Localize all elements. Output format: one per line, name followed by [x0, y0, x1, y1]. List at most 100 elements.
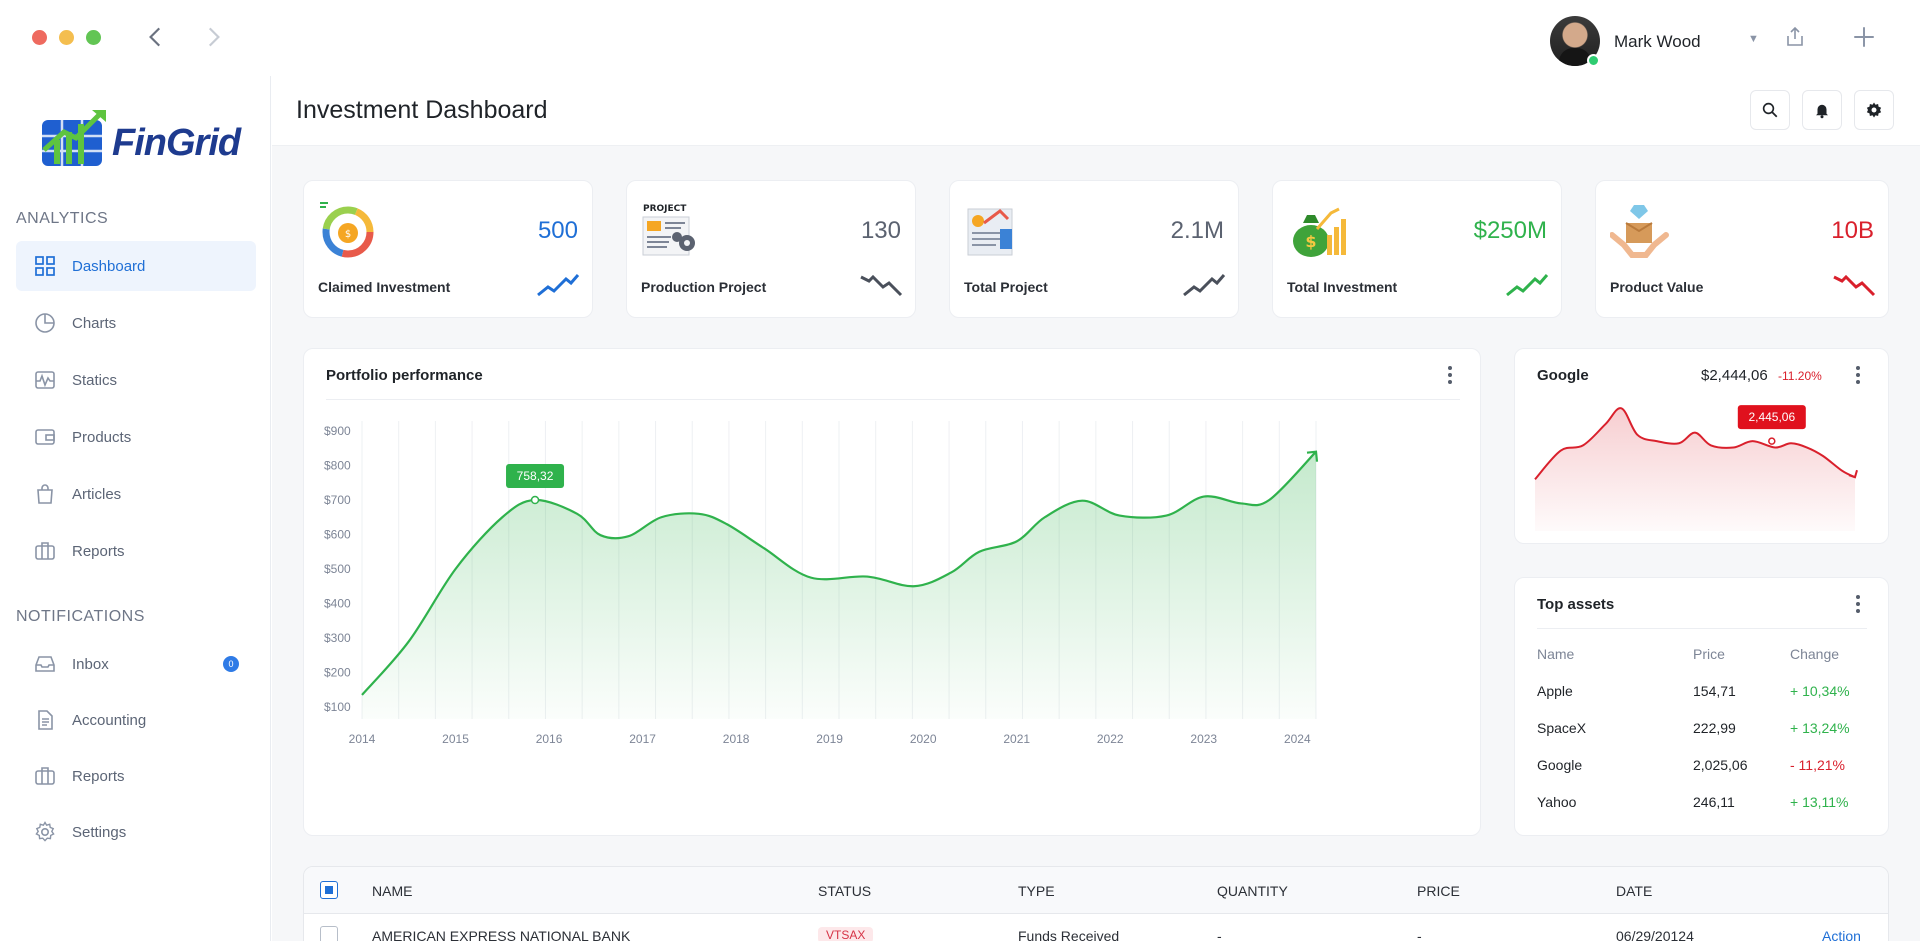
more-options-icon[interactable]	[1848, 592, 1868, 616]
sidebar-item-label: Dashboard	[72, 257, 146, 275]
panel-title: Portfolio performance	[326, 367, 483, 384]
tooltip-label: 2,445,06	[1748, 410, 1795, 424]
portfolio-line-chart[interactable]: $100 $200 $300 $400 $500 $600 $700 $800 $900 2014…	[304, 397, 1482, 837]
forward-arrow-icon[interactable]	[200, 24, 226, 50]
asset-change: + 13,11%	[1790, 794, 1849, 810]
x-tick-label: 2019	[816, 732, 843, 746]
fingrid-logo[interactable]: FinGrid	[40, 106, 241, 170]
table-row[interactable]: AMERICAN EXPRESS NATIONAL BANK VTSAX Fun…	[304, 914, 1888, 941]
stat-card-total-investment[interactable]: $ $250M Total Investment	[1272, 180, 1562, 318]
investment-donut-icon: $	[320, 202, 374, 258]
stat-label: Claimed Investment	[318, 279, 451, 295]
x-tick-label: 2017	[629, 732, 656, 746]
x-tick-label: 2021	[1003, 732, 1030, 746]
sidebar-item-label: Settings	[72, 823, 127, 841]
sidebar-item-settings[interactable]: Settings	[16, 807, 256, 857]
x-tick-label: 2016	[536, 732, 563, 746]
y-tick-label: $500	[324, 562, 351, 576]
sidebar-item-products[interactable]: Products	[16, 412, 256, 462]
column-header[interactable]: PRICE	[1417, 883, 1460, 899]
table-row[interactable]: SpaceX 222,99 + 13,24%	[1537, 710, 1857, 747]
svg-text:$: $	[345, 229, 351, 240]
table-row[interactable]: Apple 154,71 + 10,34%	[1537, 673, 1857, 710]
trend-up-icon	[1183, 274, 1226, 297]
column-header: Change	[1790, 646, 1840, 662]
google-area-chart[interactable]: 2,445,06	[1533, 399, 1873, 539]
user-menu[interactable]: Mark Wood	[1550, 16, 1701, 67]
column-header[interactable]: NAME	[372, 883, 412, 899]
y-tick-label: $900	[324, 424, 351, 438]
bag-icon	[32, 481, 58, 507]
stat-value: $250M	[1473, 217, 1547, 244]
stat-value: 130	[860, 217, 901, 244]
briefcase-icon	[32, 538, 58, 564]
search-icon	[1762, 102, 1778, 118]
stat-label: Product Value	[1610, 279, 1704, 295]
hands-box-icon	[1610, 205, 1669, 258]
page-title: Investment Dashboard	[296, 96, 548, 124]
status-badge: VTSAX	[818, 927, 874, 941]
trend-up-icon	[1506, 274, 1549, 297]
close-window-button[interactable]	[32, 30, 47, 45]
stat-card-production-project[interactable]: PROJECT 130 Production Project	[626, 180, 916, 318]
search-button[interactable]	[1750, 90, 1790, 130]
action-link[interactable]: Action	[1822, 928, 1861, 941]
sidebar-item-label: Products	[72, 428, 132, 446]
y-tick-label: $200	[324, 666, 351, 680]
page-header: Investment Dashboard	[272, 76, 1920, 146]
plus-icon[interactable]	[1851, 24, 1877, 50]
maximize-window-button[interactable]	[86, 30, 101, 45]
asset-name: Apple	[1537, 683, 1573, 699]
column-header[interactable]: DATE	[1616, 883, 1652, 899]
stat-card-product-value[interactable]: 10B Product Value	[1595, 180, 1889, 318]
online-status-dot	[1587, 54, 1600, 67]
stat-card-claimed-investment[interactable]: $ 500 Claimed Investment	[303, 180, 593, 318]
gear-icon	[1866, 102, 1882, 118]
sidebar-item-reports[interactable]: Reports	[16, 526, 256, 576]
sidebar-item-articles[interactable]: Articles	[16, 469, 256, 519]
back-arrow-icon[interactable]	[143, 24, 169, 50]
sidebar-item-charts[interactable]: Charts	[16, 298, 256, 348]
select-all-checkbox[interactable]	[320, 881, 338, 899]
x-tick-label: 2018	[723, 732, 750, 746]
user-name: Mark Wood	[1614, 32, 1701, 51]
minimize-window-button[interactable]	[59, 30, 74, 45]
more-options-icon[interactable]	[1848, 363, 1868, 387]
sidebar-item-statics[interactable]: Statics	[16, 355, 256, 405]
asset-price: 154,71	[1693, 683, 1736, 699]
y-tick-label: $600	[324, 528, 351, 542]
row-checkbox[interactable]	[320, 926, 338, 941]
stat-label: Total Project	[964, 279, 1048, 295]
asset-change: - 11,21%	[1790, 757, 1845, 773]
sidebar-item-accounting[interactable]: Accounting	[16, 695, 256, 745]
project-board-icon	[967, 208, 1013, 256]
stat-card-total-project[interactable]: 2.1M Total Project	[949, 180, 1239, 318]
asset-price: 222,99	[1693, 720, 1736, 736]
tooltip-label: 758,32	[517, 469, 554, 483]
activity-icon	[32, 367, 58, 393]
notifications-button[interactable]	[1802, 90, 1842, 130]
settings-button[interactable]	[1854, 90, 1894, 130]
column-header[interactable]: QUANTITY	[1217, 883, 1288, 899]
series-area	[1535, 408, 1855, 531]
highlight-point	[530, 495, 540, 505]
document-icon	[32, 707, 58, 733]
bell-icon	[1816, 104, 1828, 119]
x-tick-label: 2020	[910, 732, 937, 746]
sidebar-item-inbox[interactable]: Inbox 0	[16, 639, 256, 689]
chevron-down-icon[interactable]: ▼	[1748, 33, 1759, 45]
share-icon[interactable]	[1783, 25, 1807, 49]
top-assets-panel: Top assets Name Price Change Apple 154,7…	[1514, 577, 1889, 836]
more-options-icon[interactable]	[1440, 363, 1460, 387]
trend-up-icon	[537, 274, 580, 297]
sidebar-item-dashboard[interactable]: Dashboard	[16, 241, 256, 291]
sidebar-item-reports-2[interactable]: Reports	[16, 751, 256, 801]
table-row[interactable]: Google 2,025,06 - 11,21%	[1537, 747, 1857, 784]
google-price: $2,444,06	[1701, 367, 1768, 384]
asset-name: Yahoo	[1537, 794, 1577, 810]
google-stock-panel: Google $2,444,06 -11.20% 2,445,06	[1514, 348, 1889, 544]
x-tick-label: 2022	[1097, 732, 1124, 746]
column-header[interactable]: STATUS	[818, 883, 871, 899]
column-header[interactable]: TYPE	[1018, 883, 1055, 899]
table-row[interactable]: Yahoo 246,11 + 13,11%	[1537, 784, 1857, 821]
